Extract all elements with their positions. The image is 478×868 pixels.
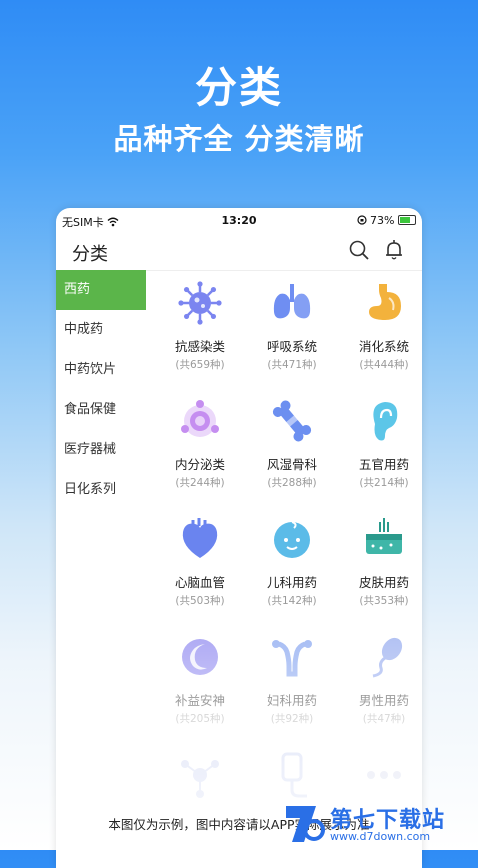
category-item[interactable]: 皮肤用药 (共353种)	[338, 514, 422, 608]
category-count: (共142种)	[267, 595, 317, 607]
category-item[interactable]: 抗感染类 (共659种)	[154, 278, 246, 372]
category-name: 内分泌类	[174, 457, 225, 472]
category-name: 五官用药	[358, 457, 409, 472]
category-item[interactable]: 儿科用药 (共142种)	[246, 514, 338, 608]
bone-icon	[272, 400, 312, 442]
watermark: 第七下载站 www.d7down.com	[282, 800, 472, 848]
category-name: 消化系统	[358, 339, 409, 354]
skin-icon	[366, 518, 402, 554]
category-count: (共244种)	[175, 477, 225, 489]
orientation-lock-icon	[356, 215, 367, 225]
watermark-logo-icon	[286, 806, 325, 842]
category-item[interactable]: 五官用药 (共214种)	[338, 396, 422, 490]
category-name: 皮肤用药	[358, 575, 409, 590]
hero-title: 分类	[194, 63, 283, 112]
category-name: 呼吸系统	[266, 339, 317, 354]
status-bar: 无SIM卡 13:20 73%	[56, 208, 422, 232]
app-bar: 分类	[56, 234, 422, 271]
category-count: (共503种)	[175, 595, 225, 607]
category-count: (共471种)	[267, 359, 317, 371]
virus-icon	[178, 281, 222, 325]
sidebar-item-4[interactable]: 医疗器械	[56, 430, 146, 470]
lungs-icon	[273, 284, 311, 319]
category-item[interactable]: 心脑血管 (共503种)	[154, 514, 246, 608]
sidebar-item-2[interactable]: 中药饮片	[56, 350, 146, 390]
status-right: 73%	[356, 214, 416, 227]
watermark-url: www.d7down.com	[330, 830, 431, 843]
search-icon[interactable]	[348, 239, 370, 261]
sidebar-item-0[interactable]: 西药	[56, 270, 146, 310]
heart-icon	[182, 518, 218, 558]
page-title: 分类	[72, 244, 108, 265]
sidebar-item-1[interactable]: 中成药	[56, 310, 146, 350]
sidebar-item-3[interactable]: 食品保健	[56, 390, 146, 430]
category-name: 儿科用药	[266, 575, 317, 590]
sidebar-item-5[interactable]: 日化系列	[56, 470, 146, 510]
battery-icon	[398, 215, 416, 225]
category-count: (共353种)	[359, 595, 409, 607]
battery-percent: 73%	[370, 214, 395, 227]
phone-screen: 无SIM卡 13:20 73% 分类 西药 中成药中药饮片 食品保健 医疗器械 …	[56, 208, 422, 868]
category-item[interactable]: 风湿骨科 (共288种)	[246, 396, 338, 490]
baby-icon	[274, 521, 310, 558]
stomach-icon	[369, 284, 401, 320]
category-item[interactable]: 消化系统 (共444种)	[338, 278, 422, 372]
category-count: (共288种)	[267, 477, 317, 489]
category-name: 风湿骨科	[266, 457, 317, 472]
hero-subtitle: 品种齐全 分类清晰	[113, 122, 365, 156]
category-count: (共659种)	[175, 359, 225, 371]
category-item[interactable]: 呼吸系统 (共471种)	[246, 278, 338, 372]
category-name: 心脑血管	[174, 575, 225, 590]
bell-icon[interactable]	[384, 239, 404, 261]
category-count: (共444种)	[359, 359, 409, 371]
category-count: (共214种)	[359, 477, 409, 489]
ear-icon	[373, 402, 398, 441]
category-item[interactable]: 内分泌类 (共244种)	[154, 396, 246, 490]
endocrine-icon	[181, 400, 219, 437]
category-name: 抗感染类	[174, 339, 225, 354]
